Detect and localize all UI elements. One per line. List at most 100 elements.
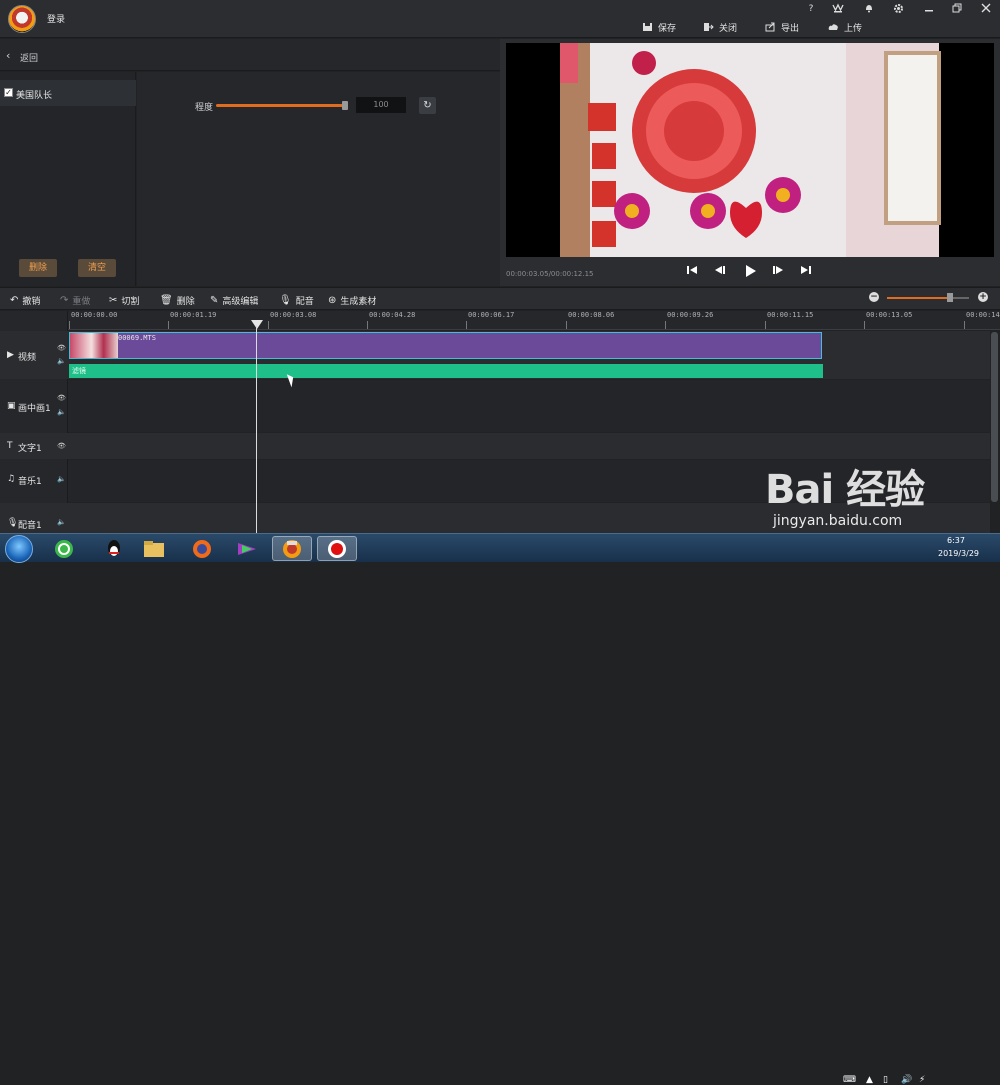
eye-icon[interactable]: 👁 xyxy=(57,344,66,352)
undo-icon: ↶ xyxy=(10,295,19,306)
zoom-in-icon[interactable]: + xyxy=(978,292,988,302)
taskbar-app-recorder-icon[interactable] xyxy=(317,536,357,561)
taskbar-app-qq-icon[interactable] xyxy=(94,536,134,561)
export-icon xyxy=(765,22,775,32)
chevron-left-icon[interactable]: ‹ xyxy=(6,49,10,62)
speaker-icon[interactable]: 🔈 xyxy=(57,475,66,483)
filter-item-label: 美国队长 xyxy=(16,91,53,101)
help-icon[interactable]: ? xyxy=(804,3,818,15)
video-track-icon: ▶ xyxy=(7,350,14,360)
taskbar-app-explorer-icon[interactable] xyxy=(134,536,174,561)
tray-show-hidden-icon[interactable]: ▲ xyxy=(866,1075,873,1085)
taskbar-app-video-editor-icon[interactable] xyxy=(272,536,312,561)
undo-label: 撤销 xyxy=(22,297,41,307)
degree-slider-handle[interactable] xyxy=(342,101,348,110)
music-track-label: 音乐1 xyxy=(18,477,42,487)
preview-frame-image xyxy=(506,43,994,257)
video-clip[interactable]: 00069.MTS xyxy=(69,332,822,359)
skip-to-start-icon[interactable] xyxy=(684,264,700,280)
cut-button[interactable]: ✂ 切割 xyxy=(109,294,139,307)
zoom-slider-handle[interactable] xyxy=(947,293,953,302)
tray-network-icon[interactable]: ⚡ xyxy=(919,1075,925,1085)
skip-to-end-icon[interactable] xyxy=(798,264,814,280)
filter-list-item[interactable]: ✓ 美国队长 xyxy=(0,80,136,106)
generate-material-button[interactable]: ⊛ 生成素材 xyxy=(328,294,376,307)
video-preview xyxy=(506,43,994,257)
playhead-handle[interactable] xyxy=(251,320,263,329)
app-logo-icon[interactable] xyxy=(8,5,36,33)
redo-button[interactable]: ↷ 重做 xyxy=(60,294,90,307)
filter-checkbox[interactable]: ✓ xyxy=(4,88,13,97)
tray-volume-icon[interactable]: 🔊 xyxy=(901,1075,912,1085)
trash-icon: 🗑 xyxy=(160,295,173,306)
text-track-icon: T xyxy=(7,441,13,451)
timeline-ruler[interactable]: 00:00:00.00 00:00:01.19 00:00:03.08 00:0… xyxy=(68,311,1000,330)
speaker-icon[interactable]: 🔈 xyxy=(57,518,66,526)
start-button-icon[interactable] xyxy=(5,535,33,563)
ruler-tick-label: 00:00:00.00 xyxy=(71,311,118,319)
track-header-dub: 🎙 配音1 🔈 xyxy=(0,503,68,533)
previous-frame-icon[interactable] xyxy=(712,264,728,280)
edit-toolbar: ↶ 撤销 ↷ 重做 ✂ 切割 🗑 删除 ✎ 高级编辑 🎙 配音 ⊛ 生成素材 xyxy=(0,287,1000,310)
dub-track-label: 配音1 xyxy=(18,521,42,531)
filter-clip[interactable]: 滤镜 xyxy=(69,364,823,378)
redo-label: 重做 xyxy=(72,297,91,307)
close-window-icon[interactable] xyxy=(979,3,993,15)
bell-icon[interactable] xyxy=(862,3,876,15)
taskbar-clock-time[interactable]: 6:37 xyxy=(947,536,965,545)
next-frame-icon[interactable] xyxy=(770,264,786,280)
preview-timecode: 00:00:03.05/00:00:12.15 xyxy=(506,270,594,278)
music-note-icon: ♫ xyxy=(7,474,16,484)
minimize-icon[interactable] xyxy=(922,3,936,15)
filter-clip-label: 滤镜 xyxy=(72,367,86,375)
save-button[interactable]: 保存 xyxy=(642,20,676,34)
back-link[interactable]: 返回 xyxy=(20,51,38,64)
degree-value-input[interactable]: 100 xyxy=(356,97,406,113)
login-link[interactable]: 登录 xyxy=(47,12,65,25)
taskbar-app-firefox-icon[interactable] xyxy=(182,536,222,561)
eye-icon[interactable]: 👁 xyxy=(57,394,66,402)
speaker-icon[interactable]: 🔈 xyxy=(57,408,66,416)
track-header-video: ▶ 视频 👁 🔈 xyxy=(0,331,68,379)
play-icon[interactable] xyxy=(742,264,758,280)
track-header-text: T 文字1 👁 xyxy=(0,433,68,459)
taskbar-clock-date[interactable]: 2019/3/29 xyxy=(938,549,979,558)
restore-icon[interactable] xyxy=(950,3,964,15)
delete-filter-button[interactable]: 删除 xyxy=(19,259,57,277)
title-bar: 登录 ? 保存 关闭 导出 上传 xyxy=(0,0,1000,38)
tray-keyboard-icon[interactable]: ⌨ xyxy=(843,1075,856,1085)
zoom-slider[interactable] xyxy=(887,297,969,299)
advanced-edit-button[interactable]: ✎ 高级编辑 xyxy=(210,294,258,307)
dub-button[interactable]: 🎙 配音 xyxy=(279,294,314,307)
ruler-tick-label: 00:00:06.17 xyxy=(468,311,515,319)
undo-button[interactable]: ↶ 撤销 xyxy=(10,294,40,307)
zoom-out-icon[interactable]: − xyxy=(869,292,879,302)
degree-slider[interactable] xyxy=(216,104,346,107)
speaker-icon[interactable]: 🔈 xyxy=(57,357,66,365)
delete-button[interactable]: 🗑 删除 xyxy=(160,294,195,307)
reset-icon[interactable]: ↻ xyxy=(419,97,436,114)
tray-device-icon[interactable]: ▯ xyxy=(883,1075,888,1085)
close-button[interactable]: 关闭 xyxy=(703,20,737,34)
preview-panel: 00:00:03.05/00:00:12.15 xyxy=(500,39,1000,286)
windows-taskbar: ⌨ ▲ ▯ 🔊 ⚡ xyxy=(0,533,1000,1085)
microphone-icon: 🎙 xyxy=(7,518,19,528)
clear-filter-button[interactable]: 清空 xyxy=(78,259,116,277)
watermark-url: jingyan.baidu.com xyxy=(773,513,903,529)
settings-gear-icon[interactable] xyxy=(891,3,905,15)
export-label: 导出 xyxy=(781,23,800,34)
pip-track-label: 画中画1 xyxy=(18,404,51,414)
dub-label: 配音 xyxy=(295,297,314,307)
close-label: 关闭 xyxy=(719,23,738,34)
ruler-tick-label: 00:00:03.08 xyxy=(270,311,317,319)
save-label: 保存 xyxy=(658,23,677,34)
ruler-tick-label: 00:00:11.15 xyxy=(767,311,814,319)
upload-button[interactable]: 上传 xyxy=(828,20,862,34)
eye-icon[interactable]: 👁 xyxy=(57,442,66,450)
pip-track-icon: ▣ xyxy=(7,401,16,411)
playhead-line[interactable] xyxy=(256,325,257,533)
taskbar-app-media-icon[interactable] xyxy=(227,536,267,561)
export-button[interactable]: 导出 xyxy=(765,20,799,34)
vip-icon[interactable] xyxy=(831,3,845,15)
taskbar-app-browser-icon[interactable] xyxy=(44,536,84,561)
